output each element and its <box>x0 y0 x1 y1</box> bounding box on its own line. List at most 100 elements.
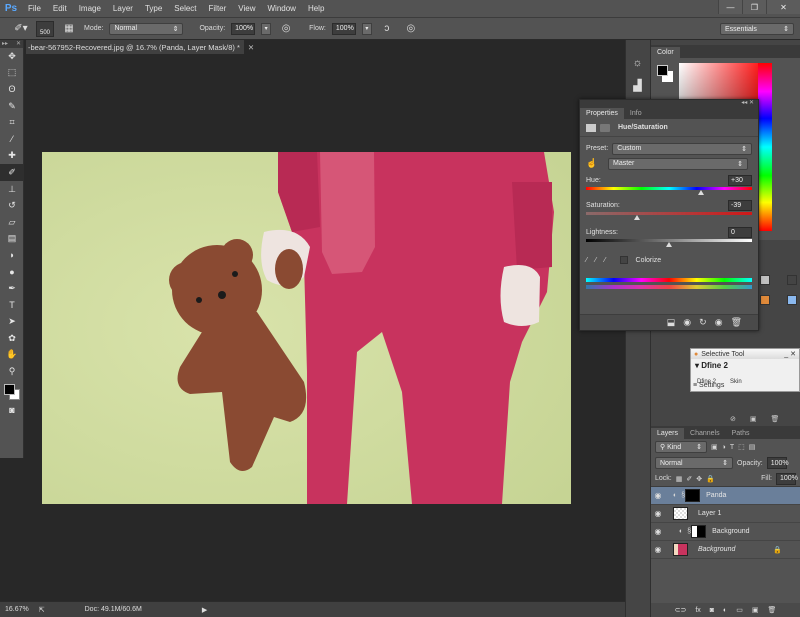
tab-info[interactable]: Info <box>624 108 648 119</box>
hue-slider[interactable] <box>586 187 752 195</box>
document-close-icon[interactable]: ✕ <box>248 43 254 52</box>
foreground-color-swatch[interactable] <box>4 383 15 395</box>
selective-row-skin[interactable]: Skin <box>730 379 742 385</box>
selective-tool-close-icon[interactable]: _ ✕ <box>784 350 799 358</box>
pressure-opacity-icon[interactable]: ◎ <box>277 21 295 37</box>
status-menu-arrow[interactable]: ▶ <box>202 606 207 614</box>
history-brush-tool-icon[interactable]: ↺ <box>0 197 24 214</box>
eyedropper-minus-icon[interactable]: ⁄ <box>604 257 605 264</box>
type-tool-icon[interactable]: T <box>0 297 24 314</box>
view-previous-icon[interactable]: ◉ <box>683 317 691 328</box>
filter-smart-object-icon[interactable]: ▤ <box>749 443 756 451</box>
hand-tool-icon[interactable]: ✋ <box>0 347 24 364</box>
minimize-button[interactable]: — <box>718 0 742 14</box>
menu-type[interactable]: Type <box>139 4 168 13</box>
new-adjustment-icon[interactable]: ◐ <box>723 607 727 614</box>
no-icon[interactable]: ⊘ <box>730 415 736 423</box>
menu-edit[interactable]: Edit <box>47 4 73 13</box>
adjustment-icon[interactable] <box>787 275 797 285</box>
selective-tool-titlebar[interactable]: ● Selective Tool _ ✕ <box>691 349 799 359</box>
clone-stamp-tool-icon[interactable]: ⊥ <box>0 181 24 198</box>
menu-layer[interactable]: Layer <box>107 4 139 13</box>
menu-select[interactable]: Select <box>168 4 202 13</box>
adjustment-icon[interactable] <box>787 295 797 305</box>
export-icon[interactable]: ⇱ <box>39 606 45 614</box>
filter-type-icon[interactable]: T <box>730 444 734 451</box>
saturation-input[interactable]: -39 <box>728 199 752 211</box>
targeted-adjustment-icon[interactable]: ☝ <box>586 158 602 169</box>
menu-help[interactable]: Help <box>302 4 330 13</box>
marquee-tool-icon[interactable]: ⬚ <box>0 65 24 82</box>
lock-position-icon[interactable]: ✥ <box>696 475 702 483</box>
eraser-tool-icon[interactable]: ▱ <box>0 214 24 231</box>
selective-settings-button[interactable]: ≡ Settings <box>693 382 724 389</box>
path-select-tool-icon[interactable]: ➤ <box>0 314 24 331</box>
add-mask-icon[interactable]: ◙ <box>710 607 714 614</box>
channel-select[interactable]: Master ⇕ <box>608 157 748 170</box>
saturation-slider[interactable] <box>586 212 752 220</box>
restore-button[interactable]: ❐ <box>742 0 766 14</box>
brush-size-picker[interactable]: 500 <box>36 20 54 37</box>
adjustment-layer-icon[interactable] <box>586 123 596 132</box>
clip-to-layer-icon[interactable]: ⬓ <box>667 317 676 328</box>
visibility-eye-icon[interactable]: ◉ <box>651 491 665 500</box>
document-tab[interactable]: -bear-567952-Recovered.jpg @ 16.7% (Pand… <box>26 40 254 54</box>
brush-tool-icon[interactable]: ✐ <box>0 164 24 181</box>
visibility-icon[interactable]: ◉ <box>715 317 723 328</box>
pen-tool-icon[interactable]: ✒ <box>0 280 24 297</box>
filter-pixel-icon[interactable]: ▣ <box>711 443 718 451</box>
hue-slider-thumb[interactable] <box>697 190 704 195</box>
lightness-slider[interactable] <box>586 239 752 247</box>
layer-name[interactable]: Background <box>712 528 749 535</box>
tab-channels[interactable]: Channels <box>684 428 726 439</box>
toolbar-header[interactable]: ▸▸ ✕ <box>0 40 23 48</box>
trash-icon[interactable]: 🗑 <box>771 415 780 423</box>
menu-filter[interactable]: Filter <box>203 4 233 13</box>
layer-name[interactable]: Panda <box>706 492 726 499</box>
eyedropper-plus-icon[interactable]: ⁄ <box>595 257 596 264</box>
flow-input[interactable]: 100% <box>331 22 356 35</box>
menu-image[interactable]: Image <box>73 4 107 13</box>
dodge-tool-icon[interactable]: ● <box>0 264 24 281</box>
layer-filter-select[interactable]: ⚲ Kind ⇕ <box>655 441 707 453</box>
adjustment-icon[interactable] <box>760 295 770 305</box>
link-layers-icon[interactable]: ⊂⊃ <box>675 606 687 614</box>
histogram-icon[interactable]: ▟ <box>626 74 649 96</box>
hue-input[interactable]: +30 <box>728 174 752 186</box>
menu-file[interactable]: File <box>22 4 47 13</box>
layer-style-icon[interactable]: fx <box>695 607 700 614</box>
selective-tool-heading[interactable]: ▾ Dfine 2 <box>691 359 799 372</box>
layer-name[interactable]: Layer 1 <box>698 510 721 517</box>
brush-panel-toggle-icon[interactable]: ▦ <box>60 21 78 37</box>
quick-select-tool-icon[interactable]: ✎ <box>0 98 24 115</box>
color-foreground-swatch[interactable] <box>657 65 668 76</box>
layer-row-panda[interactable]: ◉ ◐ § Panda <box>651 487 800 505</box>
tab-paths[interactable]: Paths <box>726 428 756 439</box>
new-layer-icon[interactable]: ▣ <box>752 606 759 614</box>
crop-tool-icon[interactable]: ⌗ <box>0 114 24 131</box>
zoom-tool-icon[interactable]: ⚲ <box>0 363 24 380</box>
brightness-icon[interactable]: ☼ <box>626 52 649 74</box>
lock-transparent-icon[interactable]: ▦ <box>676 475 683 483</box>
layer-thumbnail[interactable] <box>673 543 688 556</box>
layer-opacity-input[interactable]: 100% <box>766 457 789 469</box>
menu-window[interactable]: Window <box>262 4 302 13</box>
layer-row-layer-1[interactable]: ◉ Layer 1 <box>651 505 800 523</box>
layer-mask-thumbnail[interactable] <box>685 489 701 502</box>
opacity-dropdown[interactable]: ▾ <box>261 22 272 35</box>
mode-select[interactable]: Normal ⇕ <box>109 22 184 35</box>
tab-color[interactable]: Color <box>651 47 680 58</box>
airbrush-icon[interactable]: ↄ <box>378 21 396 37</box>
opacity-input[interactable]: 100% <box>231 22 256 35</box>
adjustment-icon[interactable] <box>760 275 770 285</box>
blur-tool-icon[interactable]: ◗ <box>0 247 24 264</box>
reset-icon[interactable]: ↻ <box>699 317 707 328</box>
healing-brush-tool-icon[interactable]: ✚ <box>0 148 24 165</box>
eyedropper-tool-icon[interactable]: ⁄ <box>0 131 24 148</box>
visibility-eye-icon[interactable]: ◉ <box>651 509 665 518</box>
color-hue-strip[interactable] <box>758 63 772 231</box>
flow-dropdown[interactable]: ▾ <box>361 22 372 35</box>
layer-name[interactable]: Background <box>698 546 735 553</box>
quick-mask-icon[interactable]: ◙ <box>0 402 24 419</box>
filter-shape-icon[interactable]: ⬚ <box>738 443 745 451</box>
